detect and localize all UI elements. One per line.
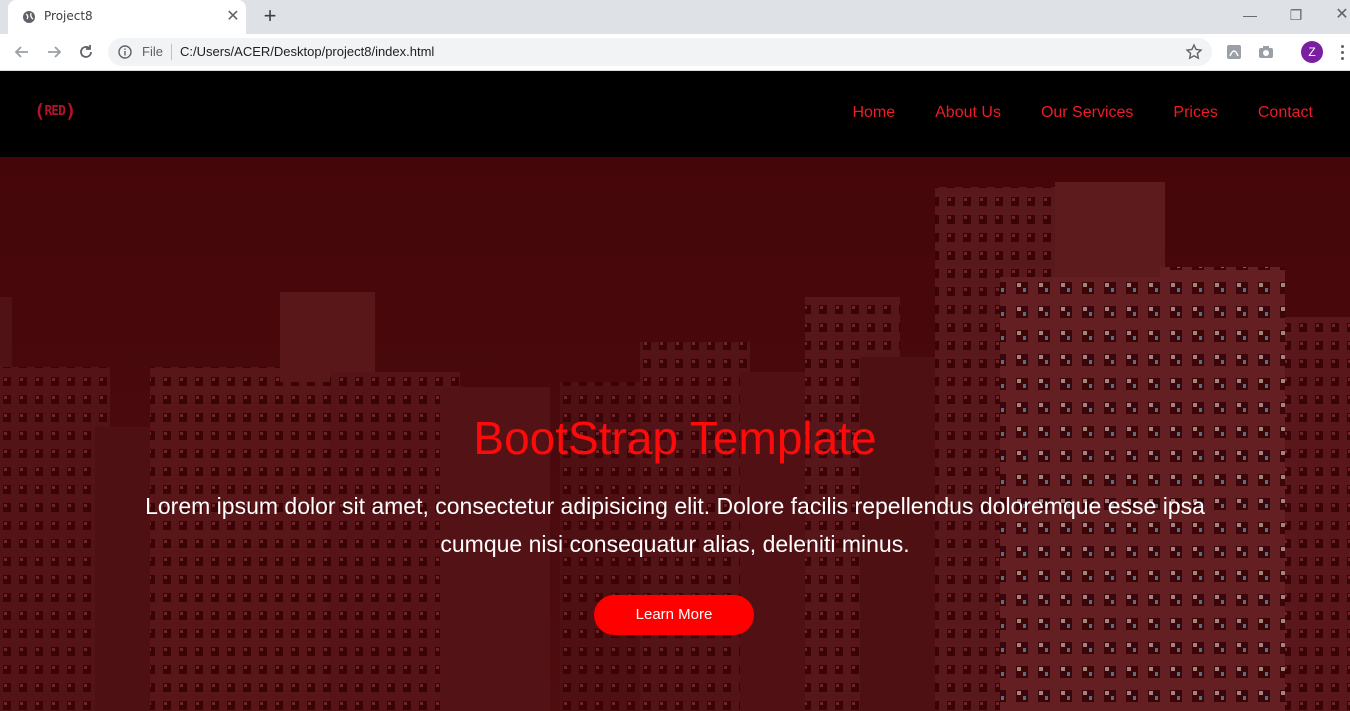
forward-icon[interactable] xyxy=(42,40,66,64)
logo-close-paren: ) xyxy=(64,100,76,122)
nav-link-prices[interactable]: Prices xyxy=(1173,104,1217,122)
avatar[interactable]: Z xyxy=(1301,41,1323,63)
nav-links: Home About Us Our Services Prices Contac… xyxy=(852,104,1313,122)
browser-toolbar: File C:/Users/ACER/Desktop/project8/inde… xyxy=(0,34,1350,71)
address-divider xyxy=(171,44,172,60)
globe-icon xyxy=(23,11,35,23)
menu-icon[interactable] xyxy=(1334,42,1350,62)
hero-text: Lorem ipsum dolor sit amet, consectetur … xyxy=(145,493,1205,557)
nav-link-home[interactable]: Home xyxy=(852,104,895,122)
logo-text: RED xyxy=(44,104,66,119)
back-icon[interactable] xyxy=(10,40,34,64)
window-close-icon[interactable]: ✕ xyxy=(1328,4,1350,26)
hero-section: BootStrap Template Lorem ipsum dolor sit… xyxy=(0,157,1350,711)
site-navbar: (RED) Home About Us Our Services Prices … xyxy=(0,71,1350,157)
nav-link-about[interactable]: About Us xyxy=(935,104,1001,122)
new-tab-button[interactable]: + xyxy=(258,5,282,28)
info-icon[interactable] xyxy=(118,45,132,59)
reload-icon[interactable] xyxy=(74,40,98,64)
address-bar[interactable]: File C:/Users/ACER/Desktop/project8/inde… xyxy=(108,38,1212,66)
tab-strip: Project8 ✕ + — ❐ ✕ xyxy=(0,0,1350,34)
nav-link-contact[interactable]: Contact xyxy=(1258,104,1313,122)
web-page: (RED) Home About Us Our Services Prices … xyxy=(0,71,1350,711)
learn-more-button[interactable]: Learn More xyxy=(594,595,754,635)
tab-title: Project8 xyxy=(44,9,93,23)
scheme-label: File xyxy=(142,44,163,59)
hero-title: BootStrap Template xyxy=(473,412,877,464)
browser-tab[interactable]: Project8 ✕ xyxy=(8,0,246,34)
star-icon[interactable] xyxy=(1185,43,1203,61)
nav-link-services[interactable]: Our Services xyxy=(1041,104,1133,122)
close-icon[interactable]: ✕ xyxy=(224,8,242,26)
logo-open-paren: ( xyxy=(34,100,45,122)
url-text[interactable]: C:/Users/ACER/Desktop/project8/index.htm… xyxy=(180,44,434,59)
pdf-extension-icon[interactable] xyxy=(1224,42,1244,62)
maximize-icon[interactable]: ❐ xyxy=(1282,4,1310,26)
camera-extension-icon[interactable] xyxy=(1256,42,1276,62)
minimize-icon[interactable]: — xyxy=(1236,4,1264,26)
site-logo[interactable]: (RED) xyxy=(34,100,76,122)
